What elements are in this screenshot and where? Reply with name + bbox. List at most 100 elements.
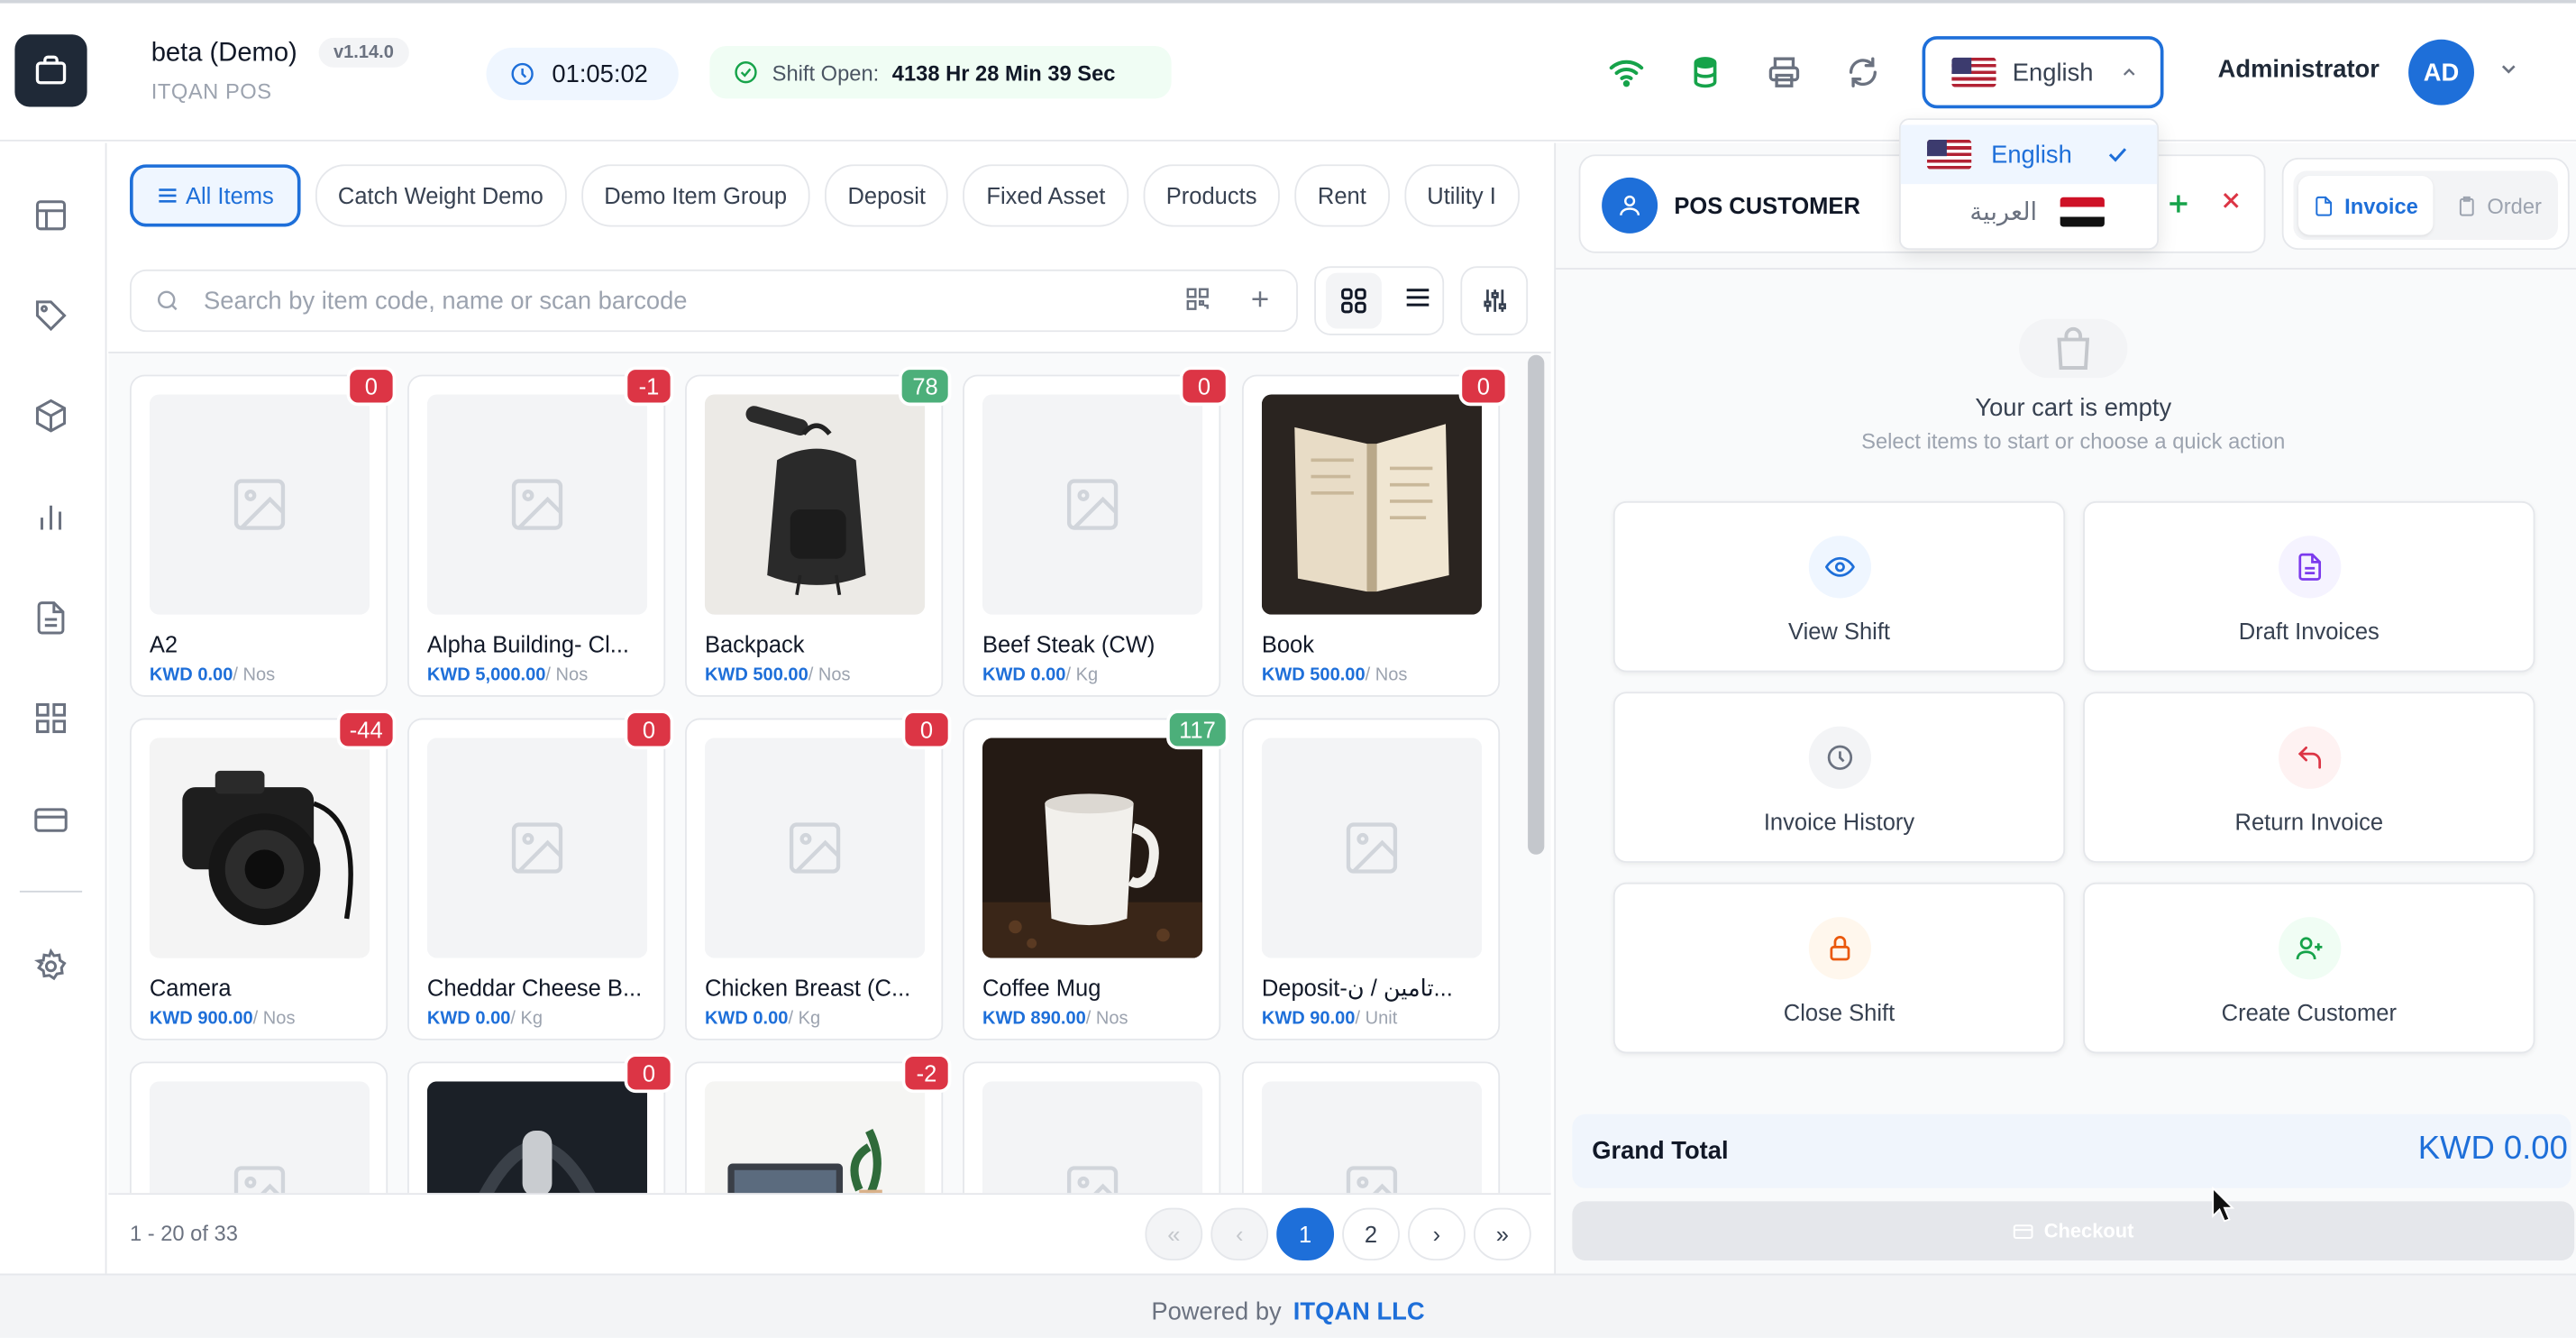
item-image xyxy=(982,738,1203,958)
user-name[interactable]: Administrator xyxy=(2218,56,2380,84)
return-invoice-button[interactable]: Return Invoice xyxy=(2083,692,2535,863)
category-tab[interactable]: Demo Item Group xyxy=(580,164,810,227)
item-image xyxy=(704,1081,926,1194)
wifi-icon[interactable] xyxy=(1607,52,1647,92)
item-card[interactable] xyxy=(963,1061,1221,1194)
company-link[interactable]: ITQAN LLC xyxy=(1293,1298,1425,1326)
checkout-button[interactable]: Checkout xyxy=(1572,1201,2575,1261)
item-uom: / Nos xyxy=(252,1009,296,1030)
item-card[interactable]: Camera KWD 900.00/ Nos -44 xyxy=(129,710,397,1040)
view-toggle xyxy=(1314,266,1445,335)
sidebar-item-products[interactable] xyxy=(32,396,71,435)
page-button-1[interactable]: 1 xyxy=(1276,1207,1335,1261)
user-icon xyxy=(1620,195,1640,215)
qr-scan-icon[interactable] xyxy=(1184,286,1210,312)
item-card[interactable]: Beef Steak (CW) KWD 0.00/ Kg 0 xyxy=(963,366,1229,697)
item-card[interactable]: -2 xyxy=(685,1053,952,1194)
category-tab[interactable]: Fixed Asset xyxy=(963,164,1128,227)
filter-button[interactable] xyxy=(1460,266,1529,335)
quick-action-label: View Shift xyxy=(1788,618,1891,645)
category-tab[interactable]: Deposit xyxy=(824,164,949,227)
printer-icon[interactable] xyxy=(1765,52,1804,92)
order-mode-button[interactable]: Order xyxy=(2442,176,2557,235)
clear-customer-button[interactable] xyxy=(2218,186,2244,224)
stock-badge: 0 xyxy=(1458,366,1509,407)
order-mode-label: Order xyxy=(2487,193,2542,218)
page-button-2[interactable]: 2 xyxy=(1342,1207,1400,1261)
item-card[interactable]: Cheddar Cheese B... KWD 0.00/ Kg 0 xyxy=(407,710,674,1040)
item-card[interactable] xyxy=(129,1061,388,1194)
item-price-value: KWD 0.00 xyxy=(149,665,233,686)
search-input[interactable]: Search by item code, name or scan barcod… xyxy=(129,269,1298,333)
us-flag-icon xyxy=(1927,139,1972,170)
quick-action-label: Invoice History xyxy=(1763,808,1915,835)
sidebar-item-offers[interactable] xyxy=(32,296,71,335)
item-card[interactable]: Backpack KWD 500.00/ Nos 78 xyxy=(685,366,952,697)
item-uom: / Kg xyxy=(510,1009,544,1030)
category-tabs: All Items Catch Weight Demo Demo Item Gr… xyxy=(129,164,1531,227)
invoice-history-button[interactable]: Invoice History xyxy=(1612,692,2066,863)
item-image xyxy=(1261,394,1483,615)
sidebar-item-dashboard[interactable] xyxy=(32,196,71,235)
category-tab[interactable]: Utility I xyxy=(1403,164,1520,227)
clock-icon xyxy=(1808,726,1872,789)
item-uom: / Nos xyxy=(1085,1009,1128,1030)
item-price: KWD 500.00/ Nos xyxy=(705,665,851,685)
last-page-button[interactable]: » xyxy=(1473,1207,1531,1261)
item-image xyxy=(149,394,370,615)
avatar[interactable]: AD xyxy=(2408,39,2474,105)
language-option-arabic[interactable]: العربية xyxy=(1901,182,2157,242)
database-icon[interactable] xyxy=(1685,52,1725,92)
item-card[interactable]: A2 KWD 0.00/ Nos 0 xyxy=(129,366,397,697)
refresh-icon[interactable] xyxy=(1843,52,1883,92)
item-card[interactable]: Book KWD 500.00/ Nos 0 xyxy=(1241,366,1509,697)
grid-view-button[interactable] xyxy=(1326,272,1383,329)
sidebar-item-settings[interactable] xyxy=(32,947,71,986)
item-card[interactable] xyxy=(1241,1061,1501,1194)
shift-label: Shift Open: xyxy=(772,60,880,85)
sidebar-item-reports[interactable] xyxy=(32,498,71,537)
sidebar-item-invoices[interactable] xyxy=(32,598,71,637)
search-placeholder: Search by item code, name or scan barcod… xyxy=(204,287,688,316)
item-uom: / Nos xyxy=(233,665,276,686)
item-grid-scrollbar[interactable] xyxy=(1528,354,1545,855)
add-customer-button[interactable] xyxy=(2163,186,2193,228)
first-page-button[interactable]: « xyxy=(1145,1207,1203,1261)
shopping-bag-icon xyxy=(2019,318,2128,379)
item-card[interactable]: Deposit-تامين / ن... KWD 90.00/ Unit xyxy=(1241,718,1501,1040)
item-price-value: KWD 500.00 xyxy=(704,665,808,686)
view-shift-button[interactable]: View Shift xyxy=(1612,500,2066,673)
draft-invoices-button[interactable]: Draft Invoices xyxy=(2083,500,2535,673)
plus-icon[interactable] xyxy=(1247,286,1273,312)
tag-icon xyxy=(35,300,67,332)
item-card[interactable]: Coffee Mug KWD 890.00/ Nos 117 xyxy=(963,710,1229,1040)
close-shift-button[interactable]: Close Shift xyxy=(1612,882,2066,1054)
create-customer-button[interactable]: Create Customer xyxy=(2083,882,2535,1054)
prev-page-button[interactable]: ‹ xyxy=(1210,1207,1269,1261)
item-card[interactable]: 0 xyxy=(407,1053,674,1194)
clock-icon xyxy=(511,62,534,86)
quick-action-label: Draft Invoices xyxy=(2238,618,2380,645)
item-image xyxy=(704,738,926,958)
items-panel: All Items Catch Weight Demo Demo Item Gr… xyxy=(108,142,1551,1274)
item-price: KWD 5,000.00/ Nos xyxy=(427,665,588,685)
next-page-button[interactable]: › xyxy=(1408,1207,1466,1261)
category-tab[interactable]: Products xyxy=(1143,164,1280,227)
item-card[interactable]: Chicken Breast (C... KWD 0.00/ Kg 0 xyxy=(685,710,952,1040)
item-uom: / Kg xyxy=(1065,665,1099,686)
language-selector[interactable]: English xyxy=(1922,36,2164,109)
category-tab[interactable]: Catch Weight Demo xyxy=(315,164,567,227)
category-all-items[interactable]: All Items xyxy=(129,164,300,227)
category-tab[interactable]: Rent xyxy=(1294,164,1390,227)
sidebar-item-apps[interactable] xyxy=(32,699,71,738)
check-circle-icon xyxy=(735,61,757,84)
credit-card-icon xyxy=(2014,1223,2033,1239)
shift-status: Shift Open: 4138 Hr 28 Min 39 Sec xyxy=(709,46,1172,99)
item-card[interactable]: Alpha Building- Cl... KWD 5,000.00/ Nos -1 xyxy=(407,366,674,697)
stock-badge: 117 xyxy=(1165,710,1229,750)
list-view-button[interactable] xyxy=(1402,282,1432,320)
language-option-english[interactable]: English xyxy=(1900,124,2158,185)
invoice-mode-button[interactable]: Invoice xyxy=(2297,176,2434,235)
sidebar-item-payments[interactable] xyxy=(32,801,71,840)
app-logo[interactable] xyxy=(14,34,87,107)
